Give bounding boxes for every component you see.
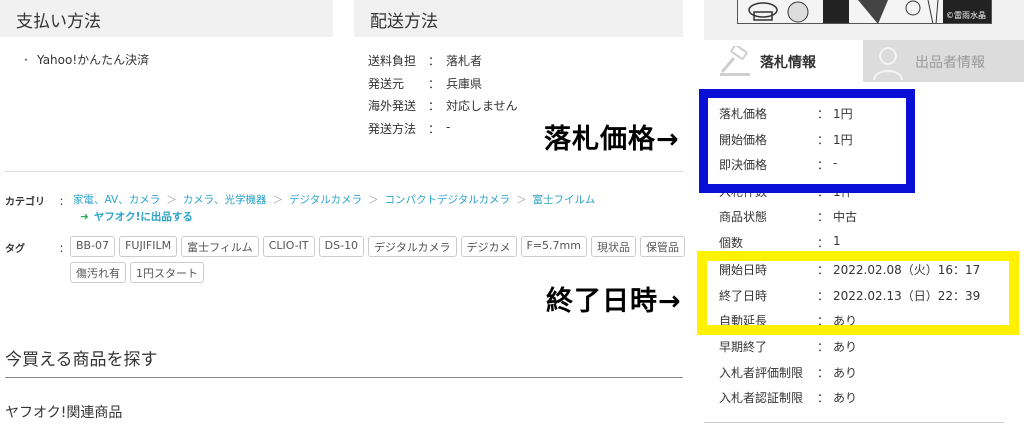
- tag-chip[interactable]: CLIO-IT: [262, 236, 315, 257]
- info-value: 1: [833, 234, 841, 248]
- colon: ：: [817, 366, 830, 380]
- copyright-credit: ©雷雨水晶: [944, 10, 988, 21]
- shipping-key: 送料負担: [368, 54, 417, 68]
- info-value: あり: [833, 340, 858, 354]
- category-link[interactable]: コンパクトデジタルカメラ: [384, 192, 509, 207]
- info-value: あり: [833, 391, 858, 405]
- category-link[interactable]: 富士フイルム: [532, 192, 595, 207]
- tab-label: 落札情報: [760, 55, 816, 71]
- shipping-value: 落札者: [446, 54, 483, 68]
- end-time-highlight-box: [697, 251, 1019, 335]
- colon: ：: [428, 99, 441, 113]
- info-key: 入札者認証制限: [719, 391, 804, 405]
- category-link[interactable]: デジタルカメラ: [289, 192, 362, 207]
- shipping-value: -: [446, 120, 451, 134]
- shipping-key: 発送方法: [368, 122, 417, 136]
- colon: ：: [59, 244, 69, 255]
- sell-on-yahoo-link[interactable]: ➜ ヤフオク!に出品する: [80, 209, 193, 224]
- category-link[interactable]: カメラ、光学機器: [183, 192, 267, 207]
- info-value: あり: [833, 366, 858, 380]
- find-products-heading: 今買える商品を探す: [5, 350, 158, 370]
- info-row: 入札者認証制限 ：あり: [719, 389, 857, 406]
- section-divider: [5, 171, 683, 172]
- info-row: 入札者評価制限 ：あり: [719, 364, 857, 381]
- shipping-row: 海外発送 ： 対応しません: [368, 97, 518, 114]
- category-link[interactable]: 家電、AV、カメラ: [73, 192, 160, 207]
- colon: ：: [817, 236, 830, 250]
- breadcrumb-separator: ＞: [272, 194, 284, 206]
- payment-method-label: Yahoo!かんたん決済: [37, 53, 150, 67]
- sell-link-label: ヤフオク!に出品する: [93, 211, 193, 223]
- tag-chip[interactable]: 傷汚れ有: [70, 262, 126, 283]
- category-breadcrumb: 家電、AV、カメラ ＞ カメラ、光学機器 ＞ デジタルカメラ ＞ コンパクトデジ…: [73, 192, 595, 207]
- shipping-value: 対応しません: [446, 99, 518, 113]
- person-icon: [873, 47, 903, 80]
- shipping-row: 発送元 ： 兵庫県: [368, 75, 482, 92]
- colon: ：: [59, 197, 69, 208]
- shipping-row: 送料負担 ： 落札者: [368, 52, 482, 69]
- tag-chip[interactable]: 1円スタート: [130, 262, 204, 283]
- tag-chip[interactable]: FUJIFILM: [119, 236, 178, 257]
- tag-chip[interactable]: DS-10: [318, 236, 365, 257]
- shipping-value: 兵庫県: [446, 77, 483, 91]
- info-key: 商品状態: [719, 210, 768, 224]
- annotation-end-time: 終了日時→: [546, 286, 682, 317]
- tab-label: 出品者情報: [915, 55, 985, 71]
- colon: ：: [817, 391, 830, 405]
- breadcrumb-separator: ＞: [367, 194, 379, 206]
- shipping-key: 発送元: [368, 77, 405, 91]
- info-value: 中古: [833, 210, 858, 224]
- product-thumbnail[interactable]: ©雷雨水晶: [737, 0, 992, 24]
- breadcrumb-separator: ＞: [515, 194, 527, 206]
- tab-bid-info[interactable]: 落札情報: [704, 40, 863, 82]
- gavel-icon: [720, 46, 750, 76]
- colon: ：: [817, 340, 830, 354]
- bullet: ・: [20, 53, 33, 67]
- tag-chip[interactable]: BB-07: [70, 236, 116, 257]
- payment-method-header: 支払い方法: [0, 0, 333, 37]
- colon: ：: [428, 77, 441, 91]
- shipping-method-header: 配送方法: [354, 0, 683, 37]
- info-key: 早期終了: [719, 340, 768, 354]
- tag-chip[interactable]: デジタルカメラ: [368, 236, 457, 257]
- colon: ：: [817, 210, 830, 224]
- tag-chip[interactable]: デジカメ: [460, 236, 517, 257]
- info-row: 早期終了 ：あり: [719, 338, 857, 355]
- tag-label: タグ: [5, 244, 25, 255]
- payment-method-item: ・ Yahoo!かんたん決済: [20, 51, 149, 68]
- tag-chip[interactable]: 保管品: [639, 236, 685, 257]
- info-row: 個数 ： 1: [719, 234, 841, 251]
- shipping-row: 発送方法 ： -: [368, 120, 450, 137]
- category-label: カテゴリ: [5, 197, 45, 208]
- arrow-right-icon: ➜: [80, 211, 89, 223]
- tab-seller-info[interactable]: 出品者情報: [863, 40, 1024, 82]
- heading-underline: [5, 377, 683, 378]
- price-highlight-box: [699, 89, 915, 193]
- tag-chip[interactable]: F=5.7mm: [520, 236, 587, 257]
- colon: ：: [428, 54, 441, 68]
- breadcrumb-separator: ＞: [166, 194, 177, 206]
- shipping-key: 海外発送: [368, 99, 417, 113]
- panel-divider: [704, 422, 1004, 423]
- info-key: 個数: [719, 236, 744, 250]
- tag-chip[interactable]: 現状品: [590, 236, 636, 257]
- related-products-heading: ヤフオク!関連商品: [5, 405, 123, 421]
- colon: ：: [428, 122, 441, 136]
- tag-chip[interactable]: 富士フィルム: [181, 236, 259, 257]
- info-key: 入札者評価制限: [719, 366, 804, 380]
- annotation-winning-price: 落札価格→: [544, 124, 680, 155]
- info-row: 商品状態 ：中古: [719, 208, 857, 225]
